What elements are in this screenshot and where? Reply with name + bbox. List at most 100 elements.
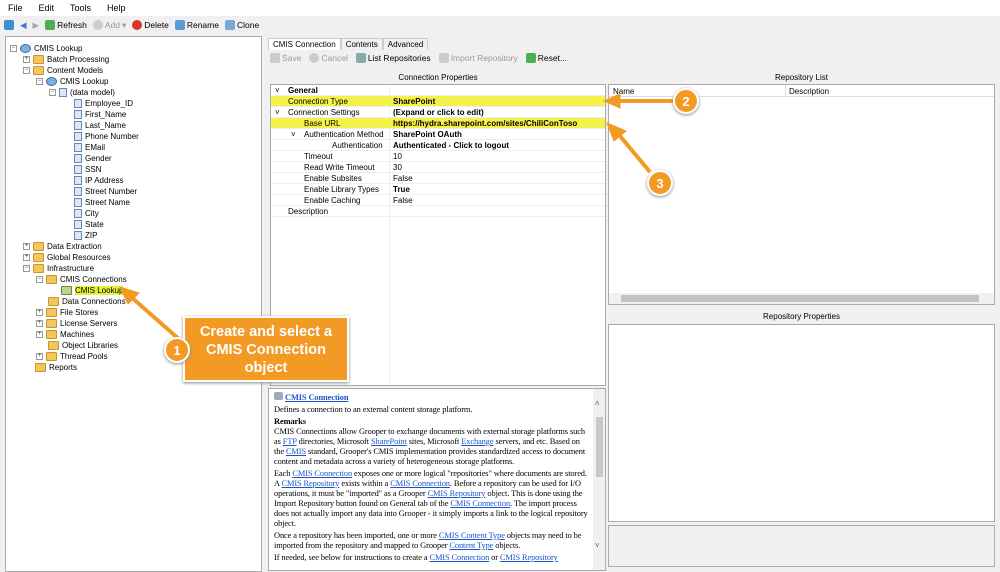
property-value[interactable]: False [393,196,413,205]
tree-node[interactable]: + License Servers [36,318,117,329]
tree-node[interactable]: − CMIS Lookup [36,76,108,87]
tree-node[interactable]: First_Name [62,109,126,120]
menu-file[interactable]: File [0,3,31,13]
property-row[interactable]: Enable Library Types True [271,184,605,195]
property-row[interactable]: Read Write Timeout 30 [271,162,605,173]
collapse-icon[interactable]: ˅ [291,130,296,139]
tab-cmis-connection[interactable]: CMIS Connection [268,38,341,50]
property-value[interactable]: SharePoint OAuth [393,130,462,139]
node-tree[interactable]: − CMIS Lookup + Batch Processing − Content Mo… [5,36,262,572]
expander-icon[interactable]: − [10,45,17,52]
tree-node[interactable]: City [62,208,99,219]
expander-icon[interactable]: − [49,89,56,96]
tree-node[interactable]: Reports [23,362,77,373]
tree-toggle-icon[interactable] [4,20,14,30]
clone-button[interactable]: Clone [224,20,259,30]
property-value[interactable]: Authenticated - Click to logout [393,141,509,150]
cmis-repository-link[interactable]: CMIS Repository [428,489,486,498]
property-value[interactable]: SharePoint [393,97,435,106]
cancel-button[interactable]: Cancel [309,53,348,63]
cmis-connection-link[interactable]: CMIS Connection [390,479,450,488]
tree-node[interactable]: − Infrastructure [23,263,94,274]
expander-icon[interactable]: − [36,78,43,85]
expander-icon[interactable]: + [36,309,43,316]
property-row[interactable]: Base URL https://hydra.sharepoint.com/sit… [271,118,605,129]
tree-node[interactable]: CMIS Lookup [49,285,124,296]
scroll-down-icon[interactable]: ˅ [595,541,600,551]
tree-node[interactable]: Data Connections [36,296,126,307]
save-button[interactable]: Save [270,53,301,63]
back-icon[interactable]: ◀ [20,20,27,31]
property-value[interactable]: (Expand or click to edit) [393,108,484,117]
tree-node[interactable]: Street Name [62,197,130,208]
tab-contents[interactable]: Contents [340,38,383,50]
tree-node[interactable]: + Machines [36,329,94,340]
tree-node[interactable]: + File Stores [36,307,98,318]
property-value[interactable]: False [393,174,413,183]
repository-properties-grid[interactable] [608,324,995,522]
delete-button[interactable]: Delete [132,20,169,30]
property-row[interactable]: Authentication Authenticated - Click to l… [271,140,605,151]
property-row[interactable]: ˅ Authentication Method SharePoint OAuth [271,129,605,140]
expander-icon[interactable]: + [36,320,43,327]
sharepoint-link[interactable]: SharePoint [371,437,407,446]
help-title-link[interactable]: CMIS Connection [285,393,349,402]
expander-icon[interactable]: − [23,67,30,74]
expander-icon[interactable]: + [36,331,43,338]
tree-node[interactable]: Object Libraries [36,340,118,351]
tree-node[interactable]: Employee_ID [62,98,133,109]
property-value[interactable]: 10 [393,152,402,161]
tree-node[interactable]: Street Number [62,186,137,197]
ftp-link[interactable]: FTP [283,437,297,446]
import-repository-button[interactable]: Import Repository [438,53,518,63]
column-name[interactable]: Name [613,87,634,96]
tree-node[interactable]: State [62,219,104,230]
property-row[interactable]: ˅ General [271,85,605,96]
menu-edit[interactable]: Edit [31,3,63,13]
property-value[interactable]: True [393,185,410,194]
collapse-icon[interactable]: ˅ [275,108,280,117]
refresh-button[interactable]: Refresh [45,20,87,30]
expander-icon[interactable]: + [23,254,30,261]
expander-icon[interactable]: + [23,56,30,63]
expander-icon[interactable]: + [36,353,43,360]
cmis-link[interactable]: CMIS [286,447,306,456]
help-scrollbar[interactable]: ˄ ˅ [593,389,605,570]
tree-node[interactable]: Gender [62,153,112,164]
tree-node[interactable]: − CMIS Lookup [10,43,82,54]
cmis-connection-link[interactable]: CMIS Connection [292,469,352,478]
property-row[interactable]: Description [271,206,605,217]
forward-icon[interactable]: ▶ [33,20,40,31]
tree-node[interactable]: ZIP [62,230,97,241]
tree-node[interactable]: − (data model) [49,87,115,98]
horizontal-scrollbar[interactable] [609,293,994,304]
rename-button[interactable]: Rename [174,20,219,30]
reset-button[interactable]: Reset... [525,53,567,63]
tab-advanced[interactable]: Advanced [382,38,429,50]
expander-icon[interactable]: − [36,276,43,283]
tree-node[interactable]: + Batch Processing [23,54,109,65]
column-description[interactable]: Description [789,87,829,96]
tree-node[interactable]: + Thread Pools [36,351,108,362]
tree-node[interactable]: + Global Resources [23,252,111,263]
list-repositories-button[interactable]: List Repositories [355,53,431,63]
add-button[interactable]: Add ▾ [92,20,126,31]
tree-node[interactable]: Phone Number [62,131,139,142]
tree-node[interactable]: Last_Name [62,120,126,131]
cmis-repository-link[interactable]: CMIS Repository [281,479,339,488]
property-row[interactable]: Connection Type SharePoint [271,96,605,107]
collapse-icon[interactable]: ˅ [275,86,280,95]
cmis-connection-link[interactable]: CMIS Connection [429,553,489,562]
property-row[interactable]: ˅ Connection Settings (Expand or click to … [271,107,605,118]
property-row[interactable]: Timeout 10 [271,151,605,162]
tree-node[interactable]: + Data Extraction [23,241,102,252]
content-type-link[interactable]: Content Type [449,541,493,550]
expander-icon[interactable]: − [23,265,30,272]
property-value[interactable]: 30 [393,163,402,172]
property-row[interactable]: Enable Caching False [271,195,605,206]
menu-help[interactable]: Help [99,3,134,13]
property-row[interactable]: Enable Subsites False [271,173,605,184]
exchange-link[interactable]: Exchange [461,437,493,446]
tree-node[interactable]: SSN [62,164,101,175]
menu-tools[interactable]: Tools [62,3,99,13]
